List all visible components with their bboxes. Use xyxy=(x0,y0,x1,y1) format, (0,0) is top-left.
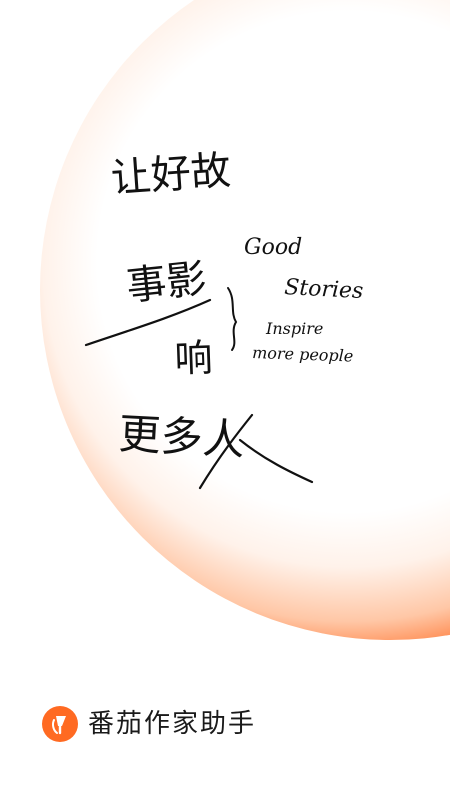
slogan-en-line-3: Inspire xyxy=(265,319,323,338)
tomato-pen-icon xyxy=(42,706,78,742)
slogan-en-line-4: more people xyxy=(252,343,354,366)
slogan-calligraphy: 让好故 事影 响 更多人 Good Stories Inspire more p… xyxy=(84,148,364,490)
app-name: 番茄作家助手 xyxy=(88,709,257,739)
slogan-cn-line-2: 事影 xyxy=(124,256,208,310)
slogan-cn-line-4: 更多人 xyxy=(117,409,245,465)
slogan-cn-line-1: 让好故 xyxy=(109,148,232,202)
brush-stroke-decoration xyxy=(227,287,238,351)
slogan-cn-line-3: 响 xyxy=(174,336,214,381)
splash-screen: 让好故 事影 响 更多人 Good Stories Inspire more p… xyxy=(0,0,450,800)
brand-lockup: 番茄作家助手 xyxy=(42,704,256,744)
slogan-en-line-1: Good xyxy=(244,235,302,260)
slogan-en-line-2: Stories xyxy=(284,275,364,304)
